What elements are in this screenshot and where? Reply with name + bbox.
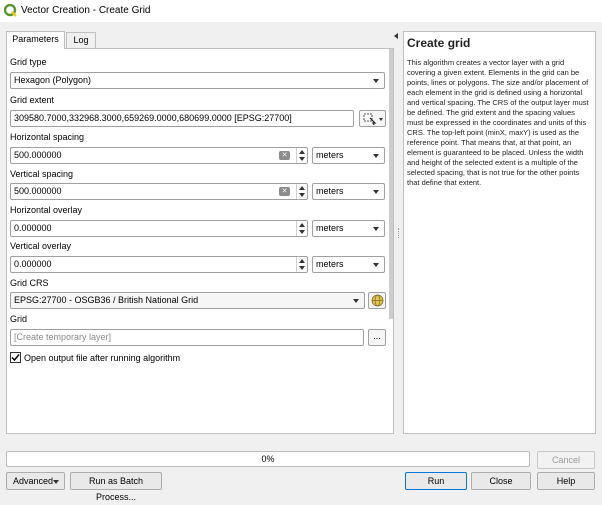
- chevron-down-icon: [379, 118, 383, 121]
- chevron-down-icon: [373, 227, 379, 231]
- chevron-down-icon: [373, 190, 379, 194]
- advanced-button[interactable]: Advanced: [6, 472, 65, 490]
- horizontal-spacing-value: 500.000000: [14, 150, 62, 160]
- parameters-scrollbar[interactable]: [389, 49, 393, 319]
- horizontal-overlay-value: 0.000000: [14, 223, 52, 233]
- tab-log[interactable]: Log: [66, 32, 96, 49]
- run-button[interactable]: Run: [405, 472, 467, 490]
- spin-buttons[interactable]: [296, 257, 307, 272]
- vertical-spacing-unit-select[interactable]: meters: [312, 183, 385, 200]
- progress-bar: 0%: [6, 451, 530, 467]
- checkmark-icon: [11, 354, 20, 362]
- spin-down-icon: [299, 157, 305, 161]
- horizontal-overlay-spinbox[interactable]: 0.000000: [10, 220, 308, 237]
- splitter-handle[interactable]: [398, 228, 400, 238]
- spin-buttons[interactable]: [296, 148, 307, 163]
- horizontal-overlay-unit: meters: [316, 223, 344, 233]
- run-batch-button[interactable]: Run as Batch Process...: [70, 472, 162, 502]
- spin-buttons[interactable]: [296, 221, 307, 236]
- vertical-overlay-unit-select[interactable]: meters: [312, 256, 385, 273]
- spin-up-icon: [299, 186, 305, 190]
- vertical-overlay-spinbox[interactable]: 0.000000: [10, 256, 308, 273]
- grid-type-select[interactable]: Hexagon (Polygon): [10, 72, 385, 89]
- spin-down-icon: [299, 266, 305, 270]
- spin-down-icon: [299, 230, 305, 234]
- help-title: Create grid: [407, 36, 471, 50]
- tab-parameters[interactable]: Parameters: [6, 31, 65, 49]
- cancel-button[interactable]: Cancel: [537, 451, 595, 469]
- clear-icon[interactable]: ✕: [279, 187, 290, 196]
- grid-crs-label: Grid CRS: [10, 278, 49, 288]
- chevron-down-icon: [373, 263, 379, 267]
- extent-select-button[interactable]: [359, 110, 386, 127]
- grid-crs-value: EPSG:27700 - OSGB36 / British National G…: [14, 295, 199, 305]
- grid-extent-field[interactable]: 309580.7000,332968.3000,659269.0000,6806…: [10, 110, 354, 127]
- extent-selector-icon: [363, 113, 377, 125]
- progress-label: 0%: [261, 454, 275, 464]
- open-output-label: Open output file after running algorithm: [24, 353, 181, 363]
- grid-extent-label: Grid extent: [10, 95, 55, 105]
- horizontal-overlay-label: Horizontal overlay: [10, 205, 83, 215]
- vertical-overlay-value: 0.000000: [14, 259, 52, 269]
- vertical-spacing-label: Vertical spacing: [10, 169, 74, 179]
- window-title: Vector Creation - Create Grid: [21, 5, 151, 16]
- spin-up-icon: [299, 259, 305, 263]
- vertical-spacing-spinbox[interactable]: 500.000000 ✕: [10, 183, 308, 200]
- qgis-logo-icon: [3, 3, 17, 17]
- advanced-label: Advanced: [13, 476, 54, 486]
- horizontal-spacing-unit: meters: [316, 150, 344, 160]
- horizontal-spacing-label: Horizontal spacing: [10, 132, 85, 142]
- help-body: This algorithm creates a vector layer wi…: [407, 58, 589, 187]
- chevron-down-icon: [373, 154, 379, 158]
- vertical-spacing-unit: meters: [316, 186, 344, 196]
- grid-crs-select[interactable]: EPSG:27700 - OSGB36 / British National G…: [10, 292, 365, 309]
- horizontal-overlay-unit-select[interactable]: meters: [312, 220, 385, 237]
- help-button[interactable]: Help: [537, 472, 595, 490]
- chevron-down-icon: [373, 79, 379, 83]
- grid-type-label: Grid type: [10, 57, 47, 67]
- crs-selector-button[interactable]: [368, 292, 386, 309]
- horizontal-spacing-spinbox[interactable]: 500.000000 ✕: [10, 147, 308, 164]
- grid-output-label: Grid: [10, 314, 28, 324]
- spin-buttons[interactable]: [296, 184, 307, 199]
- chevron-down-icon: [53, 480, 59, 484]
- clear-icon[interactable]: ✕: [279, 151, 290, 160]
- spin-up-icon: [299, 223, 305, 227]
- globe-icon: [371, 294, 384, 307]
- spin-down-icon: [299, 193, 305, 197]
- spin-up-icon: [299, 150, 305, 154]
- vertical-overlay-label: Vertical overlay: [10, 241, 72, 251]
- chevron-down-icon: [353, 299, 359, 303]
- open-output-checkbox[interactable]: [10, 352, 21, 363]
- horizontal-spacing-unit-select[interactable]: meters: [312, 147, 385, 164]
- collapse-help-icon[interactable]: [394, 33, 398, 39]
- grid-output-field[interactable]: [Create temporary layer]: [10, 329, 364, 346]
- browse-output-button[interactable]: ...: [368, 329, 386, 346]
- vertical-spacing-value: 500.000000: [14, 186, 62, 196]
- vertical-overlay-unit: meters: [316, 259, 344, 269]
- close-button[interactable]: Close: [471, 472, 531, 490]
- grid-type-value: Hexagon (Polygon): [14, 75, 92, 85]
